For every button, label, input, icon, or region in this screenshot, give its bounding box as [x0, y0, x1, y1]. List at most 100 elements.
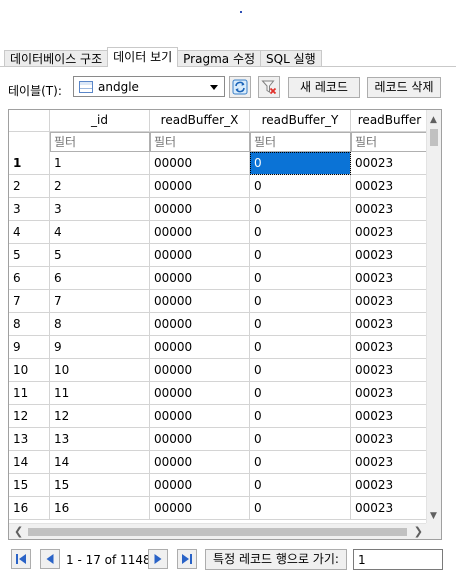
cell-id[interactable]: 1 [50, 152, 150, 175]
column-header-id[interactable]: _id [50, 110, 150, 132]
next-record-button[interactable] [148, 549, 168, 569]
row-number[interactable]: 8 [9, 313, 50, 336]
cell-readbuffer-x[interactable]: 00000 [150, 428, 250, 451]
cell-readbuffer-x[interactable]: 00000 [150, 313, 250, 336]
delete-record-button[interactable]: 레코드 삭제 [367, 77, 441, 98]
horizontal-scrollbar[interactable]: ❮ ❯ [9, 523, 428, 539]
cell-readbuffer-y[interactable]: 0 [250, 474, 351, 497]
cell-id[interactable]: 14 [50, 451, 150, 474]
prev-record-button[interactable] [40, 549, 60, 569]
row-number[interactable]: 16 [9, 497, 50, 520]
table-row[interactable]: 6 6 00000 0 00023 [9, 267, 429, 290]
clear-filters-button[interactable] [258, 76, 280, 98]
cell-id[interactable]: 10 [50, 359, 150, 382]
tab-database-structure[interactable]: 데이터베이스 구조 [4, 50, 109, 67]
table-row[interactable]: 15 15 00000 0 00023 [9, 474, 429, 497]
cell-readbuffer[interactable]: 00023 [351, 359, 429, 382]
row-number[interactable]: 2 [9, 175, 50, 198]
cell-readbuffer[interactable]: 00023 [351, 313, 429, 336]
cell-readbuffer-y[interactable]: 0 [250, 198, 351, 221]
row-number[interactable]: 5 [9, 244, 50, 267]
row-number[interactable]: 13 [9, 428, 50, 451]
cell-readbuffer-x[interactable]: 00000 [150, 152, 250, 175]
cell-readbuffer[interactable]: 00023 [351, 290, 429, 313]
table-row[interactable]: 13 13 00000 0 00023 [9, 428, 429, 451]
row-number[interactable]: 9 [9, 336, 50, 359]
cell-readbuffer-y[interactable]: 0 [250, 175, 351, 198]
filter-input-readbuffer-x[interactable] [151, 133, 249, 151]
tab-edit-pragmas[interactable]: Pragma 수정 [177, 50, 262, 67]
table-row[interactable]: 16 16 00000 0 00023 [9, 497, 429, 520]
cell-readbuffer-x[interactable]: 00000 [150, 221, 250, 244]
table-row[interactable]: 11 11 00000 0 00023 [9, 382, 429, 405]
cell-readbuffer-x[interactable]: 00000 [150, 198, 250, 221]
cell-id[interactable]: 2 [50, 175, 150, 198]
cell-readbuffer-x[interactable]: 00000 [150, 336, 250, 359]
cell-readbuffer[interactable]: 00023 [351, 244, 429, 267]
cell-readbuffer[interactable]: 00023 [351, 152, 429, 175]
cell-readbuffer[interactable]: 00023 [351, 497, 429, 520]
cell-readbuffer-x[interactable]: 00000 [150, 267, 250, 290]
cell-id[interactable]: 3 [50, 198, 150, 221]
cell-readbuffer-x[interactable]: 00000 [150, 405, 250, 428]
table-row[interactable]: 1 1 00000 0 00023 [9, 152, 429, 175]
table-row[interactable]: 2 2 00000 0 00023 [9, 175, 429, 198]
cell-readbuffer[interactable]: 00023 [351, 451, 429, 474]
goto-record-button[interactable]: 특정 레코드 행으로 가기: [205, 549, 347, 570]
cell-readbuffer-y[interactable]: 0 [250, 336, 351, 359]
cell-readbuffer-x[interactable]: 00000 [150, 244, 250, 267]
cell-id[interactable]: 5 [50, 244, 150, 267]
cell-readbuffer-y[interactable]: 0 [250, 451, 351, 474]
scroll-down-icon[interactable]: ▼ [430, 511, 437, 521]
cell-readbuffer-x[interactable]: 00000 [150, 474, 250, 497]
column-header-readbuffer[interactable]: readBuffer [351, 110, 429, 132]
cell-id[interactable]: 11 [50, 382, 150, 405]
table-row[interactable]: 8 8 00000 0 00023 [9, 313, 429, 336]
table-row[interactable]: 12 12 00000 0 00023 [9, 405, 429, 428]
column-header-readbuffer-x[interactable]: readBuffer_X [150, 110, 250, 132]
row-number[interactable]: 10 [9, 359, 50, 382]
refresh-button[interactable] [229, 76, 251, 98]
data-grid[interactable]: _id readBuffer_X readBuffer_Y readBuffer… [8, 109, 442, 540]
goto-record-input[interactable] [353, 549, 443, 570]
cell-readbuffer-x[interactable]: 00000 [150, 451, 250, 474]
table-row[interactable]: 9 9 00000 0 00023 [9, 336, 429, 359]
cell-readbuffer[interactable]: 00023 [351, 267, 429, 290]
row-number[interactable]: 1 [9, 152, 50, 175]
cell-readbuffer-x[interactable]: 00000 [150, 497, 250, 520]
cell-readbuffer-y[interactable]: 0 [250, 221, 351, 244]
filter-input-id[interactable] [51, 133, 149, 151]
cell-readbuffer-x[interactable]: 00000 [150, 382, 250, 405]
table-row[interactable]: 5 5 00000 0 00023 [9, 244, 429, 267]
cell-readbuffer-x[interactable]: 00000 [150, 359, 250, 382]
cell-id[interactable]: 4 [50, 221, 150, 244]
vertical-scrollbar[interactable]: ▲ ▼ [426, 110, 441, 524]
horizontal-scroll-thumb[interactable] [28, 528, 407, 536]
table-row[interactable]: 10 10 00000 0 00023 [9, 359, 429, 382]
cell-readbuffer-y[interactable]: 0 [250, 313, 351, 336]
row-number[interactable]: 14 [9, 451, 50, 474]
cell-id[interactable]: 8 [50, 313, 150, 336]
cell-readbuffer-x[interactable]: 00000 [150, 175, 250, 198]
cell-readbuffer-y[interactable]: 0 [250, 290, 351, 313]
scroll-up-icon[interactable]: ▲ [430, 115, 437, 125]
column-header-readbuffer-y[interactable]: readBuffer_Y [250, 110, 351, 132]
cell-readbuffer-y[interactable]: 0 [250, 405, 351, 428]
cell-readbuffer[interactable]: 00023 [351, 405, 429, 428]
cell-readbuffer-x[interactable]: 00000 [150, 290, 250, 313]
row-number[interactable]: 15 [9, 474, 50, 497]
cell-readbuffer[interactable]: 00023 [351, 221, 429, 244]
cell-id[interactable]: 15 [50, 474, 150, 497]
cell-readbuffer-y[interactable]: 0 [250, 359, 351, 382]
cell-id[interactable]: 16 [50, 497, 150, 520]
table-row[interactable]: 7 7 00000 0 00023 [9, 290, 429, 313]
scroll-left-icon[interactable]: ❮ [14, 525, 23, 538]
filter-input-readbuffer-y[interactable] [251, 133, 350, 151]
scroll-right-icon[interactable]: ❯ [414, 525, 423, 538]
cell-id[interactable]: 6 [50, 267, 150, 290]
row-number[interactable]: 4 [9, 221, 50, 244]
cell-readbuffer-y[interactable]: 0 [250, 428, 351, 451]
tab-execute-sql[interactable]: SQL 실행 [260, 50, 322, 67]
new-record-button[interactable]: 새 레코드 [288, 77, 360, 98]
cell-id[interactable]: 7 [50, 290, 150, 313]
